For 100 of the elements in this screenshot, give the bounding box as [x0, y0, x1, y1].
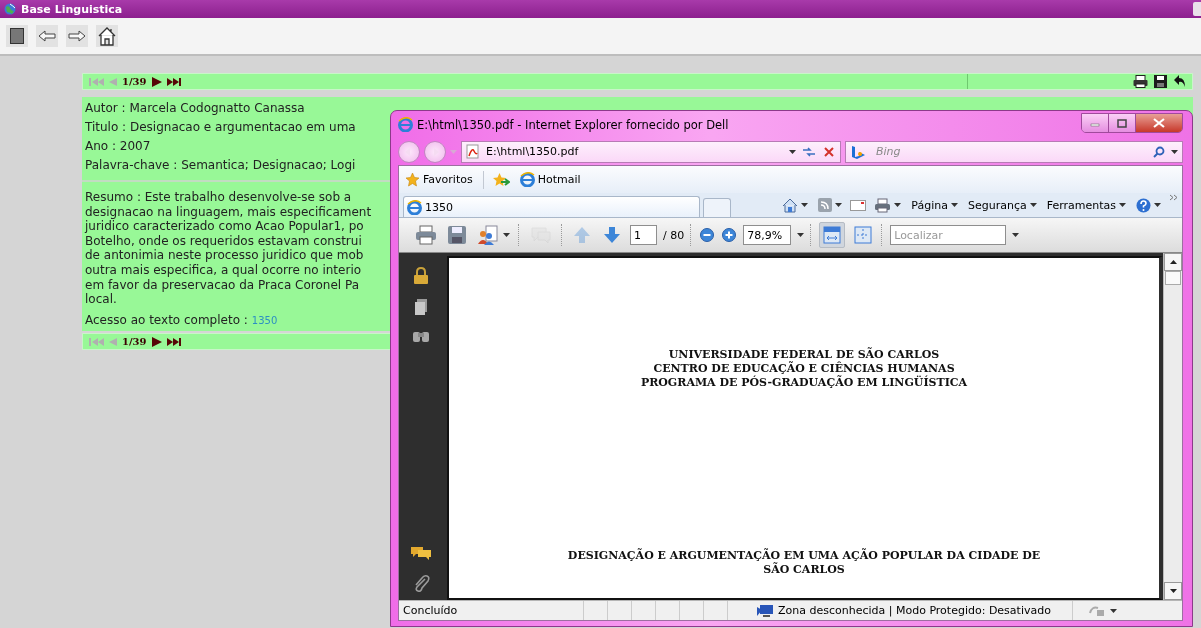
binoculars-icon[interactable]: [412, 329, 430, 343]
full-text-label: Acesso ao texto completo :: [85, 311, 248, 329]
dropdown-arrow-icon[interactable]: [894, 203, 902, 207]
security-zone-text: Zona desconhecida | Modo Protegido: Desativado: [778, 604, 1051, 617]
dropdown-arrow-icon[interactable]: [503, 233, 510, 237]
save-icon[interactable]: [1154, 75, 1167, 88]
dropdown-arrow-icon[interactable]: [1171, 149, 1178, 154]
tools-menu[interactable]: Ferramentas: [1044, 198, 1128, 212]
lock-icon[interactable]: [413, 267, 429, 285]
browser-tab[interactable]: 1350: [403, 196, 700, 217]
down-arrow-icon: [602, 225, 622, 245]
abstract-line: outra mais especifica, a qual ocorre no interio: [85, 262, 362, 278]
page-menu[interactable]: Página: [909, 198, 960, 212]
home-button[interactable]: [96, 25, 118, 47]
abstract-line: local.: [85, 292, 117, 307]
back-button[interactable]: [36, 25, 58, 47]
stop-button[interactable]: [6, 25, 28, 47]
document-heading-line: CENTRO DE EDUCAÇÃO E CIÊNCIAS HUMANAS: [653, 361, 955, 375]
page-counter: 1/39: [122, 76, 147, 87]
search-field[interactable]: Bing: [874, 144, 1147, 159]
scroll-thumb[interactable]: [1165, 271, 1181, 285]
comments-icon[interactable]: [410, 545, 432, 561]
fit-page-icon: [853, 225, 874, 245]
left-arrow-icon: [38, 30, 56, 42]
feeds-button[interactable]: [816, 198, 845, 212]
stop-button[interactable]: [822, 146, 836, 157]
document-title-line: SÃO CARLOS: [763, 563, 845, 577]
more-chevron-icon[interactable]: [1169, 194, 1178, 202]
find-field[interactable]: Localizar: [890, 225, 1007, 245]
abstract-line: Botelho, onde os requeridos estavam construi: [85, 233, 362, 249]
fit-width-button[interactable]: [819, 222, 846, 248]
dropdown-arrow-icon[interactable]: [950, 203, 958, 207]
undo-arrow-icon[interactable]: [1173, 75, 1186, 88]
people-document-icon: [477, 225, 501, 245]
maximize-icon: [1117, 118, 1127, 128]
dropdown-arrow-icon[interactable]: [1029, 203, 1037, 207]
abstract-line: em favor da preservacao da Praca Coronel Pa: [85, 277, 360, 293]
abstract-line: designacao na linguagem, mais especificament: [85, 204, 372, 220]
up-arrow-icon: [572, 225, 592, 245]
abstract-line: Resumo : Este trabalho desenvolve-se sob a: [85, 190, 352, 205]
zoom-out-icon[interactable]: [699, 227, 716, 243]
scroll-up-icon[interactable]: [1169, 260, 1177, 264]
house-icon: [782, 197, 799, 213]
scroll-down-icon[interactable]: [1169, 589, 1177, 593]
refresh-icon[interactable]: [802, 145, 816, 158]
safety-menu[interactable]: Segurança: [965, 198, 1039, 212]
print-button[interactable]: [413, 223, 439, 247]
next-icon[interactable]: [150, 335, 163, 348]
close-icon: [1153, 118, 1165, 128]
home-button[interactable]: [780, 197, 811, 213]
minimize-button[interactable]: [1082, 114, 1109, 132]
address-field[interactable]: E:\html\1350.pdf: [461, 140, 841, 163]
dropdown-arrow-icon[interactable]: [1119, 203, 1126, 207]
help-icon: [1136, 197, 1151, 213]
maximize-button[interactable]: [1109, 114, 1136, 132]
share-button[interactable]: [475, 223, 512, 247]
last-page-icon[interactable]: [166, 75, 181, 88]
abstract-line: de antonimia neste processo juridico que mob: [85, 248, 364, 263]
abstract-line: juridico caracterizado como Acao Popular1, po: [85, 219, 364, 234]
right-arrow-icon: [68, 30, 86, 42]
dropdown-arrow-icon[interactable]: [835, 203, 843, 207]
record-field: Titulo : Designacao e argumentacao em uma: [85, 118, 356, 137]
status-text: Concluído: [402, 604, 459, 617]
scrollbar[interactable]: [1163, 253, 1182, 600]
record-field: Palavra-chave : Semantica; Designacao; Logi: [85, 156, 356, 175]
last-page-icon[interactable]: [166, 335, 181, 348]
pages-icon[interactable]: [414, 298, 428, 316]
app-title: Base Linguistica: [21, 2, 124, 16]
page-count: / 80: [663, 228, 685, 242]
stop-x-icon: [824, 146, 834, 157]
favorites-button[interactable]: Favoritos: [403, 172, 475, 187]
record-field: Ano : 2007: [85, 137, 151, 156]
dropdown-arrow-icon[interactable]: [1110, 608, 1117, 613]
feed-icon: [818, 198, 833, 212]
dropdown-arrow-icon[interactable]: [801, 203, 809, 207]
print-button[interactable]: [872, 197, 904, 213]
paperclip-icon[interactable]: [412, 574, 430, 594]
document-title-line: DESIGNAÇÃO E ARGUMENTAÇÃO EM UMA AÇÃO POPULAR DA CIDADE DE: [567, 549, 1041, 563]
save-button[interactable]: [445, 223, 469, 247]
help-button[interactable]: [1134, 197, 1163, 213]
dropdown-arrow-icon[interactable]: [1012, 233, 1020, 237]
search-icon[interactable]: [1153, 145, 1165, 158]
next-icon[interactable]: [150, 75, 163, 88]
forward-button[interactable]: [66, 25, 88, 47]
search-bar[interactable]: Bing: [845, 140, 1183, 163]
document-heading-line: PROGRAMA DE PÓS-GRADUAÇÃO EM LINGÜÍSTICA: [640, 375, 968, 390]
add-favorite-icon[interactable]: [491, 172, 510, 187]
print-icon[interactable]: [1133, 75, 1148, 88]
zoom-field[interactable]: 78,9%: [743, 225, 792, 245]
zoom-in-icon[interactable]: [721, 227, 738, 243]
page-number-field[interactable]: 1: [630, 225, 657, 245]
dropdown-arrow-icon[interactable]: [1154, 203, 1161, 207]
close-button[interactable]: [1136, 114, 1182, 132]
favorite-link[interactable]: Hotmail: [517, 172, 583, 187]
dropdown-arrow-icon[interactable]: [797, 233, 805, 237]
record-field: Autor : Marcela Codognatto Canassa: [85, 99, 305, 118]
browser-logo-icon: [398, 117, 413, 132]
mail-icon[interactable]: [850, 199, 867, 211]
dropdown-arrow-icon[interactable]: [789, 149, 796, 154]
fit-width-icon: [822, 225, 843, 245]
